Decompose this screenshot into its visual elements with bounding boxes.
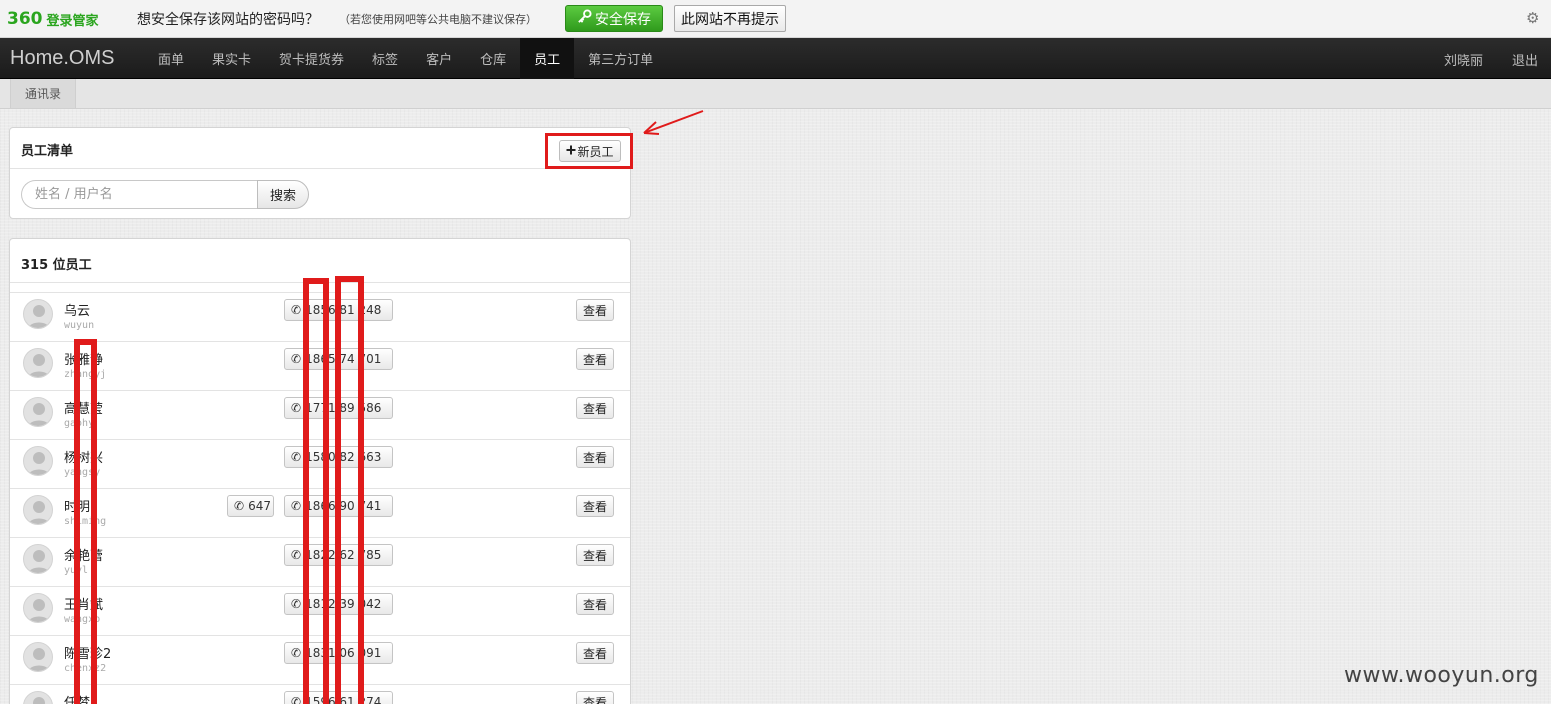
view-button[interactable]: 查看 (576, 544, 614, 566)
search-form: 搜索 (21, 180, 309, 210)
secure-save-button[interactable]: 安全保存 (565, 5, 663, 32)
redaction-mark-phone-a (303, 278, 329, 704)
logout-link[interactable]: 退出 (1512, 50, 1538, 69)
tab-contacts[interactable]: 通讯录 (10, 79, 77, 108)
view-button[interactable]: 查看 (576, 642, 614, 664)
phone-icon: ✆ (291, 499, 302, 513)
divider (10, 168, 630, 169)
360-logo-number: 360 (7, 9, 43, 29)
nav-item-greeting-card-voucher[interactable]: 贺卡提货券 (265, 38, 358, 79)
employee-name: 乌云 (64, 304, 91, 319)
avatar (23, 446, 53, 476)
save-password-message: 想安全保存该网站的密码吗？ (137, 12, 319, 28)
nav-item-fruit-card[interactable]: 果实卡 (198, 38, 265, 79)
avatar (23, 544, 53, 574)
new-employee-highlight (545, 133, 633, 169)
current-user-link[interactable]: 刘晓丽 (1444, 50, 1483, 69)
secure-save-label: 安全保存 (595, 11, 651, 28)
extension-number: 647 (248, 499, 271, 513)
phone-icon: ✆ (291, 646, 302, 660)
employee-username: wuyun (64, 320, 95, 331)
view-button[interactable]: 查看 (576, 299, 614, 321)
avatar (23, 642, 53, 672)
avatar (23, 299, 53, 329)
employee-count-title: 315 位员工 (21, 258, 92, 273)
redaction-mark-phone-b (335, 276, 364, 704)
view-button[interactable]: 查看 (576, 348, 614, 370)
phone-icon: ✆ (291, 597, 302, 611)
main-nav: 面单 果实卡 贺卡提货券 标签 客户 仓库 员工 第三方订单 (144, 38, 667, 79)
annotation-arrow-icon (643, 110, 704, 135)
phone-icon: ✆ (291, 695, 302, 704)
brand-logo[interactable]: Home.OMS (10, 47, 114, 70)
panel-title: 员工清单 (21, 144, 74, 159)
nav-item-customers[interactable]: 客户 (412, 38, 466, 79)
redaction-mark-username (74, 339, 97, 704)
view-button[interactable]: 查看 (576, 446, 614, 468)
phone-icon: ✆ (291, 352, 302, 366)
view-button[interactable]: 查看 (576, 397, 614, 419)
watermark: www.wooyun.org (1344, 663, 1539, 688)
avatar (23, 397, 53, 427)
search-input[interactable] (21, 180, 257, 209)
key-icon (577, 9, 592, 28)
view-button[interactable]: 查看 (576, 495, 614, 517)
avatar (23, 593, 53, 623)
avatar (23, 495, 53, 525)
nav-item-third-party-orders[interactable]: 第三方订单 (574, 38, 667, 79)
nav-item-warehouse[interactable]: 仓库 (466, 38, 520, 79)
nav-item-employees[interactable]: 员工 (520, 38, 575, 79)
avatar (23, 691, 53, 704)
employee-search-panel: 员工清单 新员工 搜索 (9, 127, 631, 219)
view-button[interactable]: 查看 (576, 691, 614, 704)
sub-navbar: 通讯录 (0, 79, 1551, 109)
phone-icon: ✆ (291, 303, 302, 317)
phone-icon: ✆ (234, 499, 245, 513)
save-password-sub-message: （若您使用网吧等公共电脑不建议保存） (339, 13, 537, 26)
avatar (23, 348, 53, 378)
search-button[interactable]: 搜索 (257, 180, 309, 209)
360-logo: 360 登录管家 (7, 9, 99, 29)
nav-item-waybill[interactable]: 面单 (144, 38, 198, 79)
phone-icon: ✆ (291, 450, 302, 464)
no-hint-button[interactable]: 此网站不再提示 (674, 5, 786, 32)
nav-item-labels[interactable]: 标签 (358, 38, 412, 79)
view-button[interactable]: 查看 (576, 593, 614, 615)
extension-button[interactable]: ✆ 647 (227, 495, 274, 517)
top-navbar: Home.OMS 面单 果实卡 贺卡提货券 标签 客户 仓库 员工 第三方订单 … (0, 38, 1551, 79)
phone-icon: ✆ (291, 548, 302, 562)
gear-icon[interactable]: ⚙ (1526, 9, 1539, 27)
phone-icon: ✆ (291, 401, 302, 415)
password-save-bar: 360 登录管家 想安全保存该网站的密码吗？ （若您使用网吧等公共电脑不建议保存… (0, 0, 1551, 38)
360-logo-text: 登录管家 (46, 13, 99, 29)
